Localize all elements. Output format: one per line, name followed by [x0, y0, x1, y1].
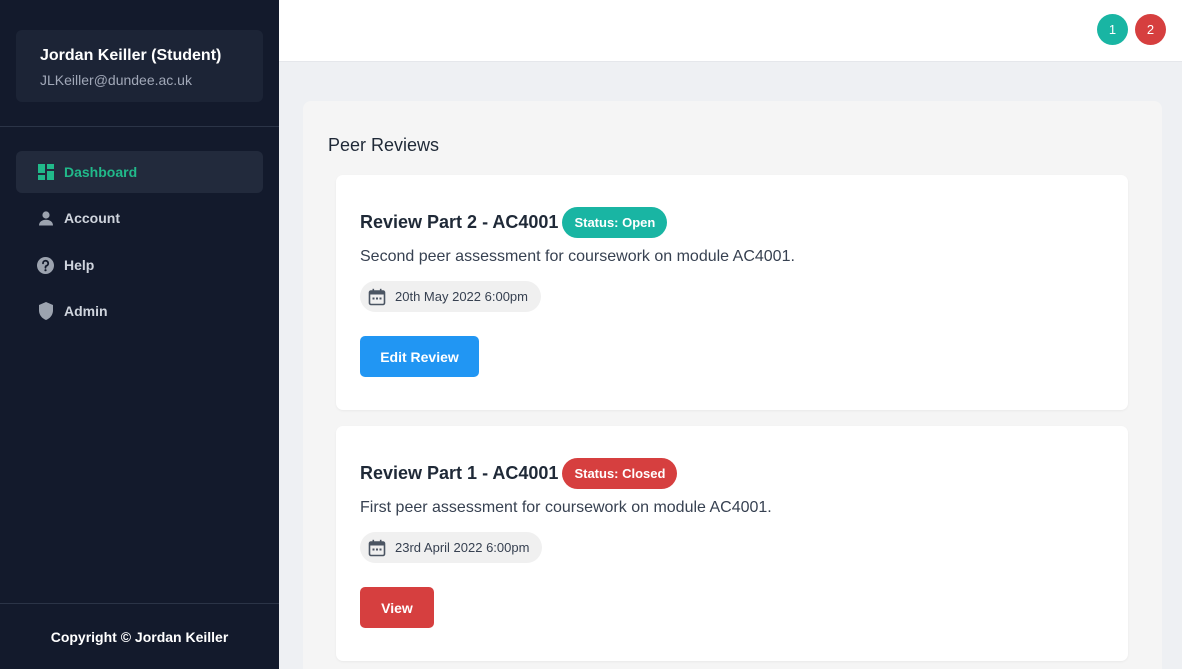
sidebar-item-label: Admin — [64, 303, 108, 319]
review-header: Review Part 1 - AC4001 Status: Closed — [360, 458, 678, 489]
sidebar-item-label: Help — [64, 257, 95, 273]
dashboard-icon — [37, 164, 54, 181]
review-title: Review Part 1 - AC4001 — [360, 463, 559, 483]
review-description: First peer assessment for coursework on … — [360, 499, 772, 516]
edit-review-button[interactable]: Edit Review — [360, 336, 479, 377]
calendar-icon — [368, 288, 386, 306]
review-card: Review Part 1 - AC4001 Status: Closed Fi… — [336, 426, 1128, 661]
user-card: Jordan Keiller (Student) JLKeiller@dunde… — [16, 30, 263, 102]
due-date-pill: 23rd April 2022 6:00pm — [360, 532, 543, 563]
review-card: Review Part 2 - AC4001 Status: Open Seco… — [336, 175, 1128, 410]
peer-reviews-panel: Peer Reviews Review Part 2 - AC4001 Stat… — [303, 101, 1162, 669]
copyright-text: Copyright © Jordan Keiller — [50, 628, 229, 645]
view-review-button[interactable]: View — [360, 587, 434, 628]
sidebar-item-dashboard[interactable]: Dashboard — [16, 151, 263, 193]
review-header: Review Part 2 - AC4001 Status: Open — [360, 207, 668, 238]
sidebar: Jordan Keiller (Student) JLKeiller@dunde… — [0, 0, 279, 669]
sidebar-divider — [0, 126, 279, 127]
review-title: Review Part 2 - AC4001 — [360, 212, 559, 232]
closed-count-badge[interactable]: 2 — [1135, 14, 1166, 45]
sidebar-item-account[interactable]: Account — [16, 197, 263, 239]
user-email: JLKeiller@dundee.ac.uk — [40, 72, 192, 88]
calendar-icon — [368, 539, 386, 557]
shield-icon — [37, 302, 54, 320]
user-name: Jordan Keiller (Student) — [40, 47, 222, 64]
page-title: Peer Reviews — [328, 135, 440, 155]
status-badge: Status: Open — [562, 207, 668, 238]
status-badge: Status: Closed — [562, 458, 678, 489]
sidebar-item-admin[interactable]: Admin — [16, 290, 263, 332]
open-count-badge[interactable]: 1 — [1097, 14, 1128, 45]
sidebar-item-help[interactable]: Help — [16, 244, 263, 286]
due-date-pill: 20th May 2022 6:00pm — [360, 281, 541, 312]
user-icon — [37, 210, 54, 227]
review-description: Second peer assessment for coursework on… — [360, 248, 795, 265]
help-icon — [37, 256, 54, 274]
top-bar: 1 2 — [279, 0, 1182, 62]
due-date: 23rd April 2022 6:00pm — [395, 540, 530, 555]
due-date: 20th May 2022 6:00pm — [395, 289, 528, 304]
sidebar-item-label: Dashboard — [64, 164, 138, 180]
sidebar-item-label: Account — [64, 210, 120, 226]
